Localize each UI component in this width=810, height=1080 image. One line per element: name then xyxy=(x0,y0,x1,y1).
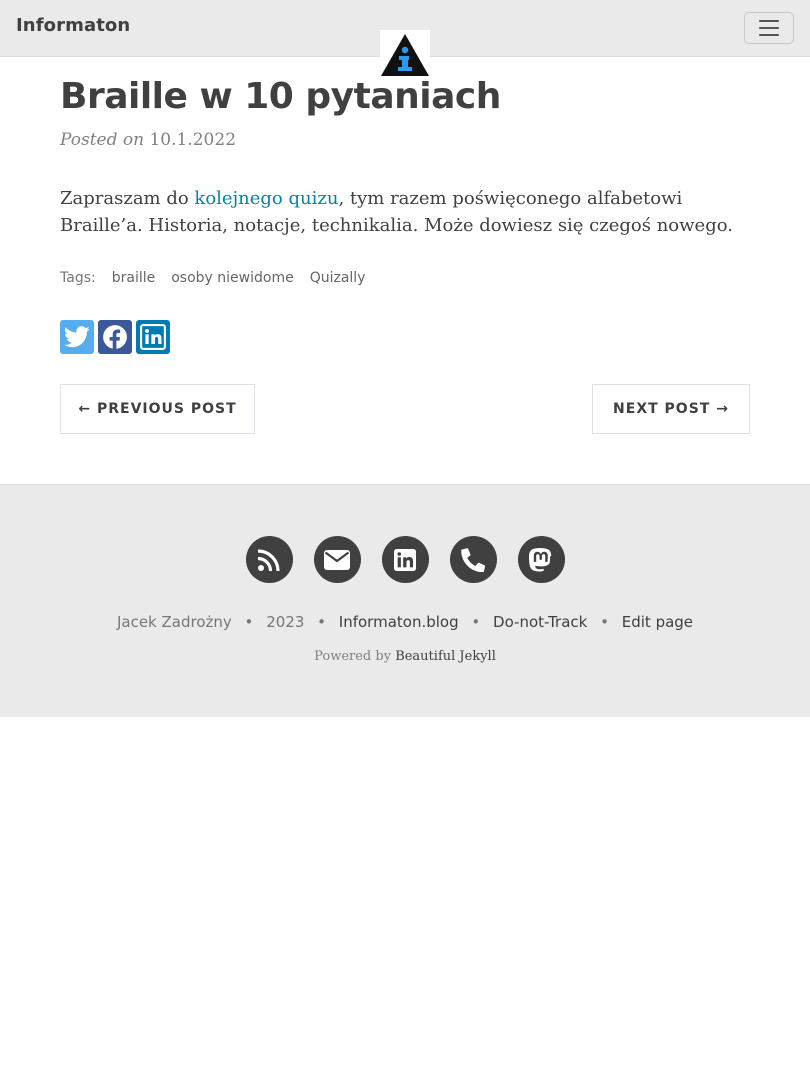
site-logo[interactable] xyxy=(380,30,430,78)
previous-post-button[interactable]: ← Previous Post xyxy=(60,384,255,434)
next-post-button[interactable]: Next Post → xyxy=(592,384,750,434)
hamburger-icon xyxy=(759,20,779,22)
copyright-year: 2023 xyxy=(266,613,305,631)
brand-link[interactable]: Informaton xyxy=(16,15,130,36)
post-body-intro: Zapraszam do xyxy=(60,188,195,209)
mastodon-icon xyxy=(529,547,552,572)
info-triangle-icon xyxy=(381,34,429,76)
separator: • xyxy=(317,613,327,631)
powered-by: Powered by Beautiful Jekyll xyxy=(0,649,810,664)
twitter-icon xyxy=(64,326,90,348)
footer-credits: Jacek Zadrożny • 2023 • Informaton.blog … xyxy=(0,613,810,631)
beautiful-jekyll-link[interactable]: Beautiful Jekyll xyxy=(395,649,496,664)
navbar: Informaton xyxy=(0,0,810,78)
rss-link[interactable] xyxy=(245,536,293,583)
linkedin-icon xyxy=(394,548,416,571)
post-meta: Posted on 10.1.2022 xyxy=(60,130,236,150)
separator: • xyxy=(600,613,609,631)
tag-osoby-niewidome[interactable]: osoby niewidome xyxy=(171,270,293,286)
post-title: Braille w 10 pytaniach xyxy=(60,76,501,117)
post-date: 10.1.2022 xyxy=(149,130,237,150)
edit-page-link[interactable]: Edit page xyxy=(622,613,693,631)
footer: Jacek Zadrożny • 2023 • Informaton.blog … xyxy=(0,484,810,717)
rss-icon xyxy=(257,548,280,571)
post-body: Zapraszam do kolejnego quizu, tym razem … xyxy=(60,185,760,239)
share-linkedin-button[interactable] xyxy=(136,320,170,354)
tags-list: Tags: braille osoby niewidome Quizally xyxy=(60,270,365,286)
phone-link[interactable] xyxy=(449,536,497,583)
site-link[interactable]: Informaton.blog xyxy=(339,613,459,631)
email-link[interactable] xyxy=(313,536,361,583)
share-twitter-button[interactable] xyxy=(60,320,94,354)
footer-linkedin-link[interactable] xyxy=(381,536,429,583)
tags-label: Tags: xyxy=(60,270,96,286)
mastodon-link[interactable] xyxy=(517,536,565,583)
do-not-track-link[interactable]: Do-not-Track xyxy=(493,613,587,631)
share-buttons xyxy=(60,320,170,354)
tag-braille[interactable]: braille xyxy=(112,270,156,286)
quiz-link[interactable]: kolejnego quizu xyxy=(194,188,338,209)
separator: • xyxy=(471,613,481,631)
share-facebook-button[interactable] xyxy=(98,320,132,354)
facebook-icon xyxy=(103,325,127,350)
phone-icon xyxy=(461,547,485,572)
tag-quizally[interactable]: Quizally xyxy=(310,270,366,286)
posted-on-label: Posted on xyxy=(60,130,145,150)
envelope-icon xyxy=(324,549,350,570)
separator: • xyxy=(244,613,254,631)
footer-social-links xyxy=(0,536,810,583)
author-name: Jacek Zadrożny xyxy=(116,613,232,631)
linkedin-icon xyxy=(140,324,166,350)
powered-by-label: Powered by xyxy=(314,649,392,664)
menu-toggle-button[interactable] xyxy=(744,12,794,44)
